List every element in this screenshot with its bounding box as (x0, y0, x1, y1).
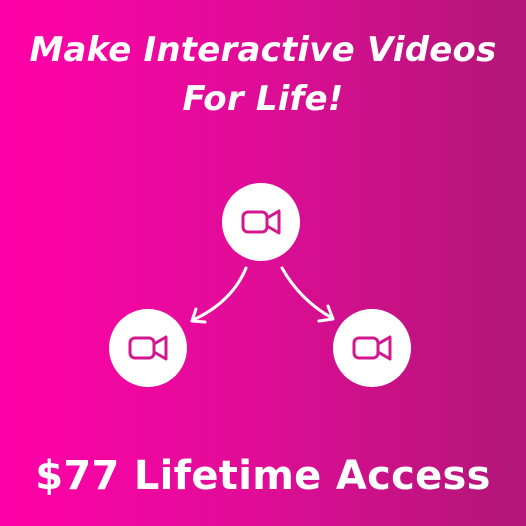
video-node-left (109, 309, 187, 387)
arrow-right (280, 266, 334, 320)
video-camera-icon (128, 335, 168, 361)
arrowhead-right (317, 304, 335, 323)
video-camera-icon (241, 209, 281, 235)
headline: Make Interactive Videos For Life! (0, 26, 526, 124)
arrowhead-left (190, 307, 207, 324)
video-node-right (333, 309, 411, 387)
video-node-top (222, 183, 300, 261)
promo-banner: Make Interactive Videos For Life! $77 Li… (0, 0, 526, 526)
arrow-left (191, 266, 248, 322)
video-camera-icon (352, 335, 392, 361)
headline-line-1: Make Interactive Videos (29, 30, 497, 70)
headline-line-2: For Life! (182, 79, 344, 119)
price-label: $77 Lifetime Access (35, 453, 491, 499)
